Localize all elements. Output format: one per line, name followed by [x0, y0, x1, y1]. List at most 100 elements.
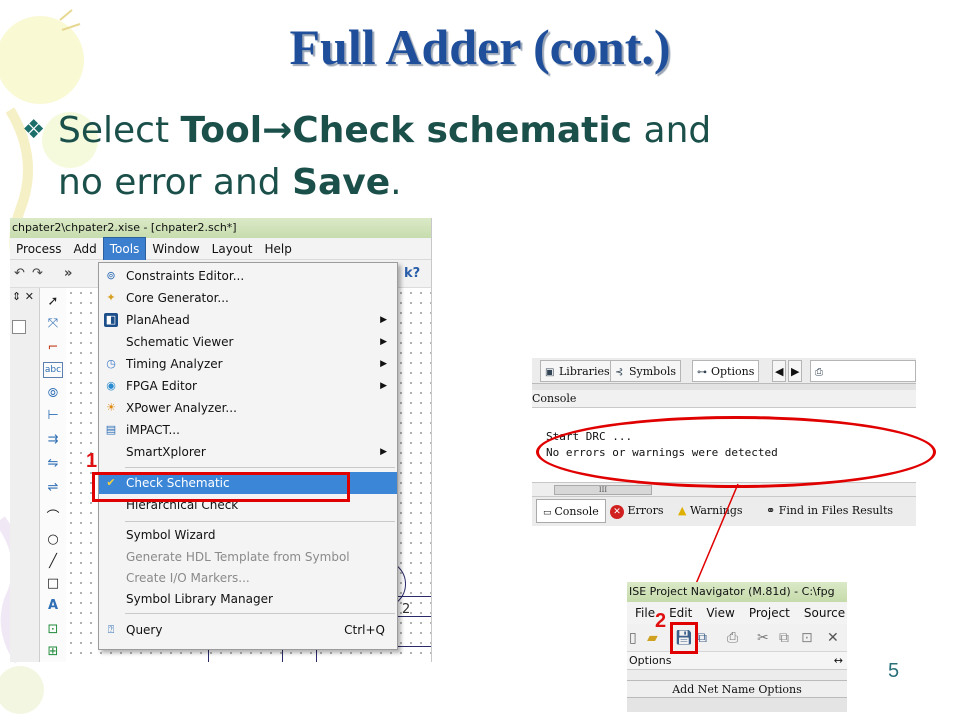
menu-item-impact[interactable]: ▤ iMPACT... [99, 419, 397, 441]
menu-item-planahead[interactable]: ◧ PlanAhead ▶ [99, 309, 397, 331]
annotation-step-1: 1 [86, 450, 98, 472]
menu-layout[interactable]: Layout [206, 238, 259, 260]
symbols-icon: ⊰ [615, 367, 624, 378]
menu-item-create-io-markers[interactable]: Create I/O Markers... [99, 567, 397, 589]
add-text-icon[interactable]: ⊡ [42, 620, 64, 640]
tab-console[interactable]: ▭ Console [536, 499, 606, 523]
core-generator-icon: ✦ [106, 291, 116, 304]
arrow-icon: → [262, 110, 293, 151]
copy-icon[interactable]: ⧉ [779, 630, 789, 646]
schematic-wire [208, 648, 209, 662]
circle-tool-icon[interactable]: ○ [42, 530, 64, 550]
menu-item-smartxplorer[interactable]: SmartXplorer ▶ [99, 441, 397, 463]
select-tool-icon[interactable]: ➚ [42, 292, 64, 312]
delete-icon[interactable]: ✕ [827, 630, 839, 646]
panel-tabs: ▣ Libraries ⊰ Symbols ⊶ Options ◀ ▶ ⎙ [532, 358, 916, 384]
bullet-text: and [632, 110, 712, 151]
menu-view[interactable]: View [698, 602, 740, 624]
error-icon: ✕ [610, 505, 624, 519]
net-name-options-header: Add Net Name Options [627, 680, 847, 698]
query-icon: ⍰ [107, 623, 115, 636]
menu-separator [125, 613, 395, 614]
menu-item-symbol-wizard[interactable]: Symbol Wizard [99, 524, 397, 546]
print-icon[interactable]: ⎙ [727, 630, 738, 646]
slide-number: 5 [888, 660, 900, 682]
zoom-fit-icon[interactable]: ⤧ [42, 314, 64, 334]
menu-item-timing-analyzer[interactable]: ◷ Timing Analyzer ▶ [99, 353, 397, 375]
menu-window[interactable]: Window [146, 238, 205, 260]
side-panel: ⇕ ✕ [10, 288, 40, 662]
menu-project[interactable]: Project [741, 602, 796, 624]
scrollbar-thumb[interactable]: III [554, 485, 652, 495]
warning-icon: ▲ [678, 504, 687, 517]
image-tool-icon[interactable]: ⊞ [42, 642, 64, 662]
panel-checkbox[interactable] [12, 320, 26, 334]
add-pin-icon[interactable]: ⇌ [42, 478, 64, 498]
menu-help[interactable]: Help [258, 238, 297, 260]
options-label: Options [629, 654, 672, 667]
menu-item-core-generator[interactable]: ✦ Core Generator... [99, 287, 397, 309]
window-title: chpater2\chpater2.xise - [chpater2.sch*] [10, 218, 431, 238]
tab-find-in-files[interactable]: ⚭ Find in Files Results [766, 499, 893, 523]
fpga-editor-icon: ◉ [106, 379, 116, 392]
add-io-marker-icon[interactable]: ⊢ [42, 406, 64, 426]
bus-tap-icon[interactable]: ⦾ [42, 384, 64, 404]
schematic-label: 2 [402, 602, 411, 617]
toolbar-overflow-icon[interactable]: » [64, 266, 72, 281]
add-symbol-icon[interactable]: ⇉ [42, 430, 64, 450]
close-icon[interactable]: ⇕ ✕ [12, 290, 34, 303]
bullet-text: . [390, 162, 402, 203]
tab-scroll-left-icon[interactable]: ◀ [772, 360, 787, 382]
submenu-arrow-icon: ▶ [380, 447, 387, 457]
menu-item-schematic-viewer[interactable]: Schematic Viewer ▶ [99, 331, 397, 353]
bottom-tabs: ▭ Console ✕ Errors ▲ Warnings ⚭ Find in … [532, 496, 916, 526]
menu-process[interactable]: Process [10, 238, 68, 260]
help-icon[interactable]: k? [404, 266, 420, 281]
console-tab-icon: ▭ [543, 508, 555, 518]
menu-item-constraints-editor[interactable]: ⊚ Constraints Editor... [99, 265, 397, 287]
menu-item-generate-hdl-template[interactable]: Generate HDL Template from Symbol [99, 546, 397, 568]
console-header: Console [532, 390, 916, 408]
net-name-icon[interactable]: abc [43, 362, 63, 378]
undo-icon[interactable]: ↶ [14, 266, 25, 281]
bullet-text: Select [58, 110, 181, 151]
menu-separator [125, 467, 395, 468]
submenu-arrow-icon: ▶ [380, 337, 387, 347]
bullet-bold-tool: Tool [180, 110, 263, 151]
cut-icon[interactable]: ✂ [757, 630, 769, 646]
paste-icon[interactable]: ⊡ [801, 630, 813, 646]
menu-tools[interactable]: Tools [102, 236, 147, 261]
planahead-icon: ◧ [104, 313, 118, 327]
save-all-icon[interactable]: ⧉ [697, 630, 707, 646]
tab-warnings[interactable]: ▲ Warnings [678, 499, 743, 523]
add-instance-icon[interactable]: ⇋ [42, 454, 64, 474]
line-tool-icon[interactable]: ╱ [42, 552, 64, 572]
document-tab[interactable]: ⎙ [810, 360, 916, 382]
add-wire-icon[interactable]: ⌐ [42, 338, 64, 358]
options-icon: ⊶ [697, 367, 707, 378]
arc-tool-icon[interactable]: ⌒ [42, 508, 64, 528]
query-shortcut: Ctrl+Q [344, 623, 385, 637]
menu-add[interactable]: Add [68, 238, 103, 260]
menu-item-fpga-editor[interactable]: ◉ FPGA Editor ▶ [99, 375, 397, 397]
impact-icon: ▤ [105, 423, 117, 436]
rectangle-tool-icon[interactable]: □ [42, 574, 64, 594]
resize-arrow-icon[interactable]: ↔ [834, 652, 843, 670]
menu-item-symbol-library-manager[interactable]: Symbol Library Manager [99, 588, 397, 610]
text-tool-icon[interactable]: A [42, 596, 64, 616]
menu-source[interactable]: Source [796, 602, 847, 624]
bullet-bold-check: Check schematic [292, 110, 633, 151]
diamond-bullet-icon: ❖ [22, 115, 46, 145]
tab-scroll-right-icon[interactable]: ▶ [788, 360, 803, 382]
bullet-text: no error and [58, 162, 293, 203]
tab-symbols[interactable]: ⊰ Symbols [610, 360, 682, 382]
new-file-icon[interactable]: ▯ [629, 630, 637, 646]
instruction-bullet: ❖ Select Tool→Check schematic and no erro… [22, 104, 902, 209]
menu-edit[interactable]: Edit [661, 602, 698, 624]
tab-errors[interactable]: ✕ Errors [610, 499, 664, 523]
redo-icon[interactable]: ↷ [32, 266, 43, 281]
tab-libraries[interactable]: ▣ Libraries [540, 360, 615, 382]
menu-item-xpower-analyzer[interactable]: ☀ XPower Analyzer... [99, 397, 397, 419]
tab-options[interactable]: ⊶ Options [692, 360, 760, 382]
menu-item-query[interactable]: ⍰ Query Ctrl+Q [99, 619, 397, 641]
